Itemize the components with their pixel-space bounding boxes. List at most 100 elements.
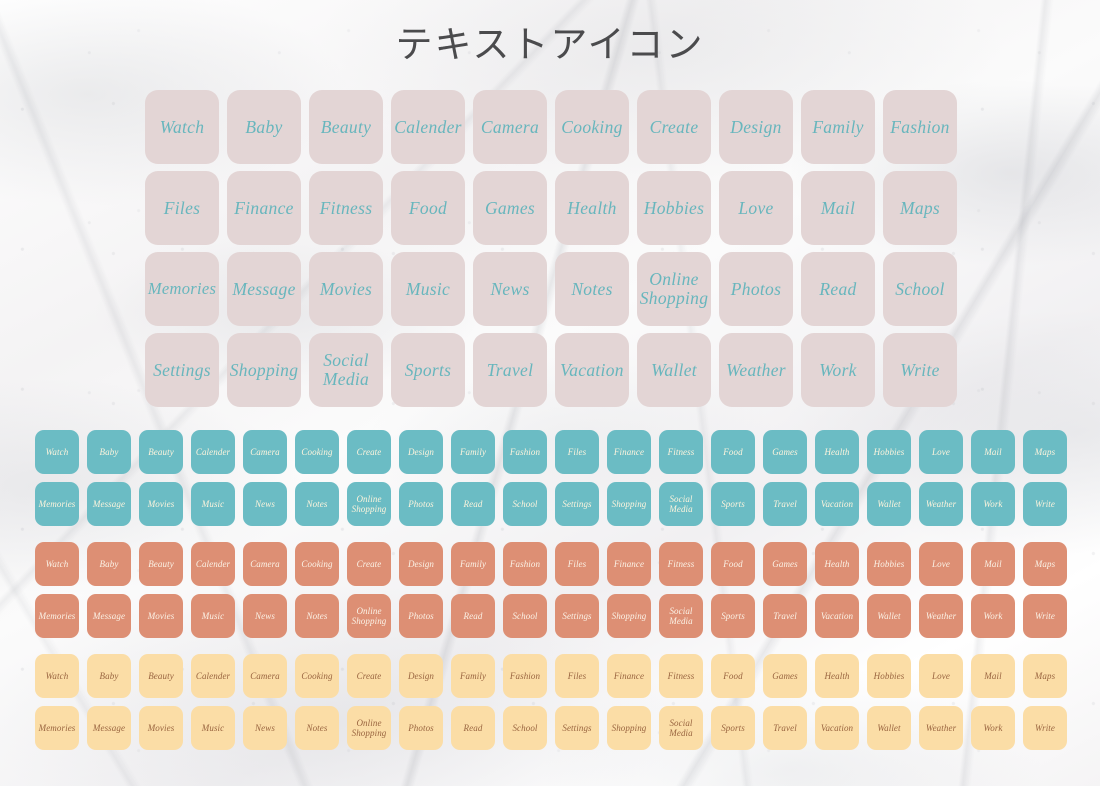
icon-tile-settings[interactable]: Settings <box>555 706 599 750</box>
icon-tile-family[interactable]: Family <box>801 90 875 164</box>
icon-tile-notes[interactable]: Notes <box>295 594 339 638</box>
icon-tile-movies[interactable]: Movies <box>139 594 183 638</box>
icon-tile-baby[interactable]: Baby <box>87 542 131 586</box>
icon-tile-love[interactable]: Love <box>919 542 963 586</box>
icon-tile-watch[interactable]: Watch <box>35 430 79 474</box>
icon-tile-wallet[interactable]: Wallet <box>637 333 711 407</box>
icon-tile-settings[interactable]: Settings <box>555 594 599 638</box>
icon-tile-music[interactable]: Music <box>191 594 235 638</box>
icon-tile-shopping[interactable]: Shopping <box>227 333 301 407</box>
icon-tile-cooking[interactable]: Cooking <box>295 542 339 586</box>
icon-tile-cooking[interactable]: Cooking <box>295 430 339 474</box>
icon-tile-baby[interactable]: Baby <box>227 90 301 164</box>
icon-tile-maps[interactable]: Maps <box>1023 654 1067 698</box>
icon-tile-read[interactable]: Read <box>451 706 495 750</box>
icon-tile-read[interactable]: Read <box>451 482 495 526</box>
icon-tile-music[interactable]: Music <box>191 482 235 526</box>
icon-tile-photos[interactable]: Photos <box>719 252 793 326</box>
icon-tile-files[interactable]: Files <box>555 542 599 586</box>
icon-tile-school[interactable]: School <box>503 482 547 526</box>
icon-tile-fitness[interactable]: Fitness <box>659 654 703 698</box>
icon-tile-school[interactable]: School <box>503 706 547 750</box>
icon-tile-vacation[interactable]: Vacation <box>815 482 859 526</box>
icon-tile-memories[interactable]: Memories <box>35 706 79 750</box>
icon-tile-weather[interactable]: Weather <box>919 706 963 750</box>
icon-tile-travel[interactable]: Travel <box>763 482 807 526</box>
icon-tile-games[interactable]: Games <box>763 430 807 474</box>
icon-tile-food[interactable]: Food <box>711 654 755 698</box>
icon-tile-wallet[interactable]: Wallet <box>867 482 911 526</box>
icon-tile-message[interactable]: Message <box>87 594 131 638</box>
icon-tile-mail[interactable]: Mail <box>971 654 1015 698</box>
icon-tile-fitness[interactable]: Fitness <box>659 542 703 586</box>
icon-tile-news[interactable]: News <box>243 706 287 750</box>
icon-tile-weather[interactable]: Weather <box>919 594 963 638</box>
icon-tile-vacation[interactable]: Vacation <box>815 594 859 638</box>
icon-tile-calender[interactable]: Calender <box>191 430 235 474</box>
icon-tile-weather[interactable]: Weather <box>919 482 963 526</box>
icon-tile-design[interactable]: Design <box>399 542 443 586</box>
icon-tile-online-shopping[interactable]: Online Shopping <box>347 594 391 638</box>
icon-tile-health[interactable]: Health <box>555 171 629 245</box>
icon-tile-maps[interactable]: Maps <box>883 171 957 245</box>
icon-tile-love[interactable]: Love <box>719 171 793 245</box>
icon-tile-online-shopping[interactable]: Online Shopping <box>347 706 391 750</box>
icon-tile-write[interactable]: Write <box>883 333 957 407</box>
icon-tile-fashion[interactable]: Fashion <box>503 542 547 586</box>
icon-tile-message[interactable]: Message <box>87 482 131 526</box>
icon-tile-health[interactable]: Health <box>815 430 859 474</box>
icon-tile-games[interactable]: Games <box>763 542 807 586</box>
icon-tile-vacation[interactable]: Vacation <box>815 706 859 750</box>
icon-tile-movies[interactable]: Movies <box>139 706 183 750</box>
icon-tile-beauty[interactable]: Beauty <box>139 430 183 474</box>
icon-tile-social-media[interactable]: Social Media <box>659 594 703 638</box>
icon-tile-family[interactable]: Family <box>451 430 495 474</box>
icon-tile-finance[interactable]: Finance <box>607 654 651 698</box>
icon-tile-finance[interactable]: Finance <box>607 542 651 586</box>
icon-tile-online-shopping[interactable]: Online Shopping <box>347 482 391 526</box>
icon-tile-fitness[interactable]: Fitness <box>659 430 703 474</box>
icon-tile-create[interactable]: Create <box>637 90 711 164</box>
icon-tile-hobbies[interactable]: Hobbies <box>867 542 911 586</box>
icon-tile-games[interactable]: Games <box>763 654 807 698</box>
icon-tile-message[interactable]: Message <box>87 706 131 750</box>
icon-tile-calender[interactable]: Calender <box>191 654 235 698</box>
icon-tile-beauty[interactable]: Beauty <box>139 542 183 586</box>
icon-tile-cooking[interactable]: Cooking <box>295 654 339 698</box>
icon-tile-fashion[interactable]: Fashion <box>883 90 957 164</box>
icon-tile-finance[interactable]: Finance <box>607 430 651 474</box>
icon-tile-mail[interactable]: Mail <box>971 430 1015 474</box>
icon-tile-mail[interactable]: Mail <box>971 542 1015 586</box>
icon-tile-photos[interactable]: Photos <box>399 482 443 526</box>
icon-tile-work[interactable]: Work <box>971 706 1015 750</box>
icon-tile-watch[interactable]: Watch <box>35 654 79 698</box>
icon-tile-memories[interactable]: Memories <box>145 252 219 326</box>
icon-tile-message[interactable]: Message <box>227 252 301 326</box>
icon-tile-write[interactable]: Write <box>1023 482 1067 526</box>
icon-tile-cooking[interactable]: Cooking <box>555 90 629 164</box>
icon-tile-movies[interactable]: Movies <box>139 482 183 526</box>
icon-tile-shopping[interactable]: Shopping <box>607 482 651 526</box>
icon-tile-social-media[interactable]: Social Media <box>309 333 383 407</box>
icon-tile-mail[interactable]: Mail <box>801 171 875 245</box>
icon-tile-settings[interactable]: Settings <box>555 482 599 526</box>
icon-tile-music[interactable]: Music <box>391 252 465 326</box>
icon-tile-food[interactable]: Food <box>711 542 755 586</box>
icon-tile-music[interactable]: Music <box>191 706 235 750</box>
icon-tile-watch[interactable]: Watch <box>145 90 219 164</box>
icon-tile-school[interactable]: School <box>503 594 547 638</box>
icon-tile-fashion[interactable]: Fashion <box>503 430 547 474</box>
icon-tile-sports[interactable]: Sports <box>711 482 755 526</box>
icon-tile-sports[interactable]: Sports <box>391 333 465 407</box>
icon-tile-maps[interactable]: Maps <box>1023 542 1067 586</box>
icon-tile-create[interactable]: Create <box>347 542 391 586</box>
icon-tile-health[interactable]: Health <box>815 542 859 586</box>
icon-tile-notes[interactable]: Notes <box>295 706 339 750</box>
icon-tile-camera[interactable]: Camera <box>473 90 547 164</box>
icon-tile-family[interactable]: Family <box>451 542 495 586</box>
icon-tile-photos[interactable]: Photos <box>399 706 443 750</box>
icon-tile-online-shopping[interactable]: Online Shopping <box>637 252 711 326</box>
icon-tile-fitness[interactable]: Fitness <box>309 171 383 245</box>
icon-tile-photos[interactable]: Photos <box>399 594 443 638</box>
icon-tile-travel[interactable]: Travel <box>763 594 807 638</box>
